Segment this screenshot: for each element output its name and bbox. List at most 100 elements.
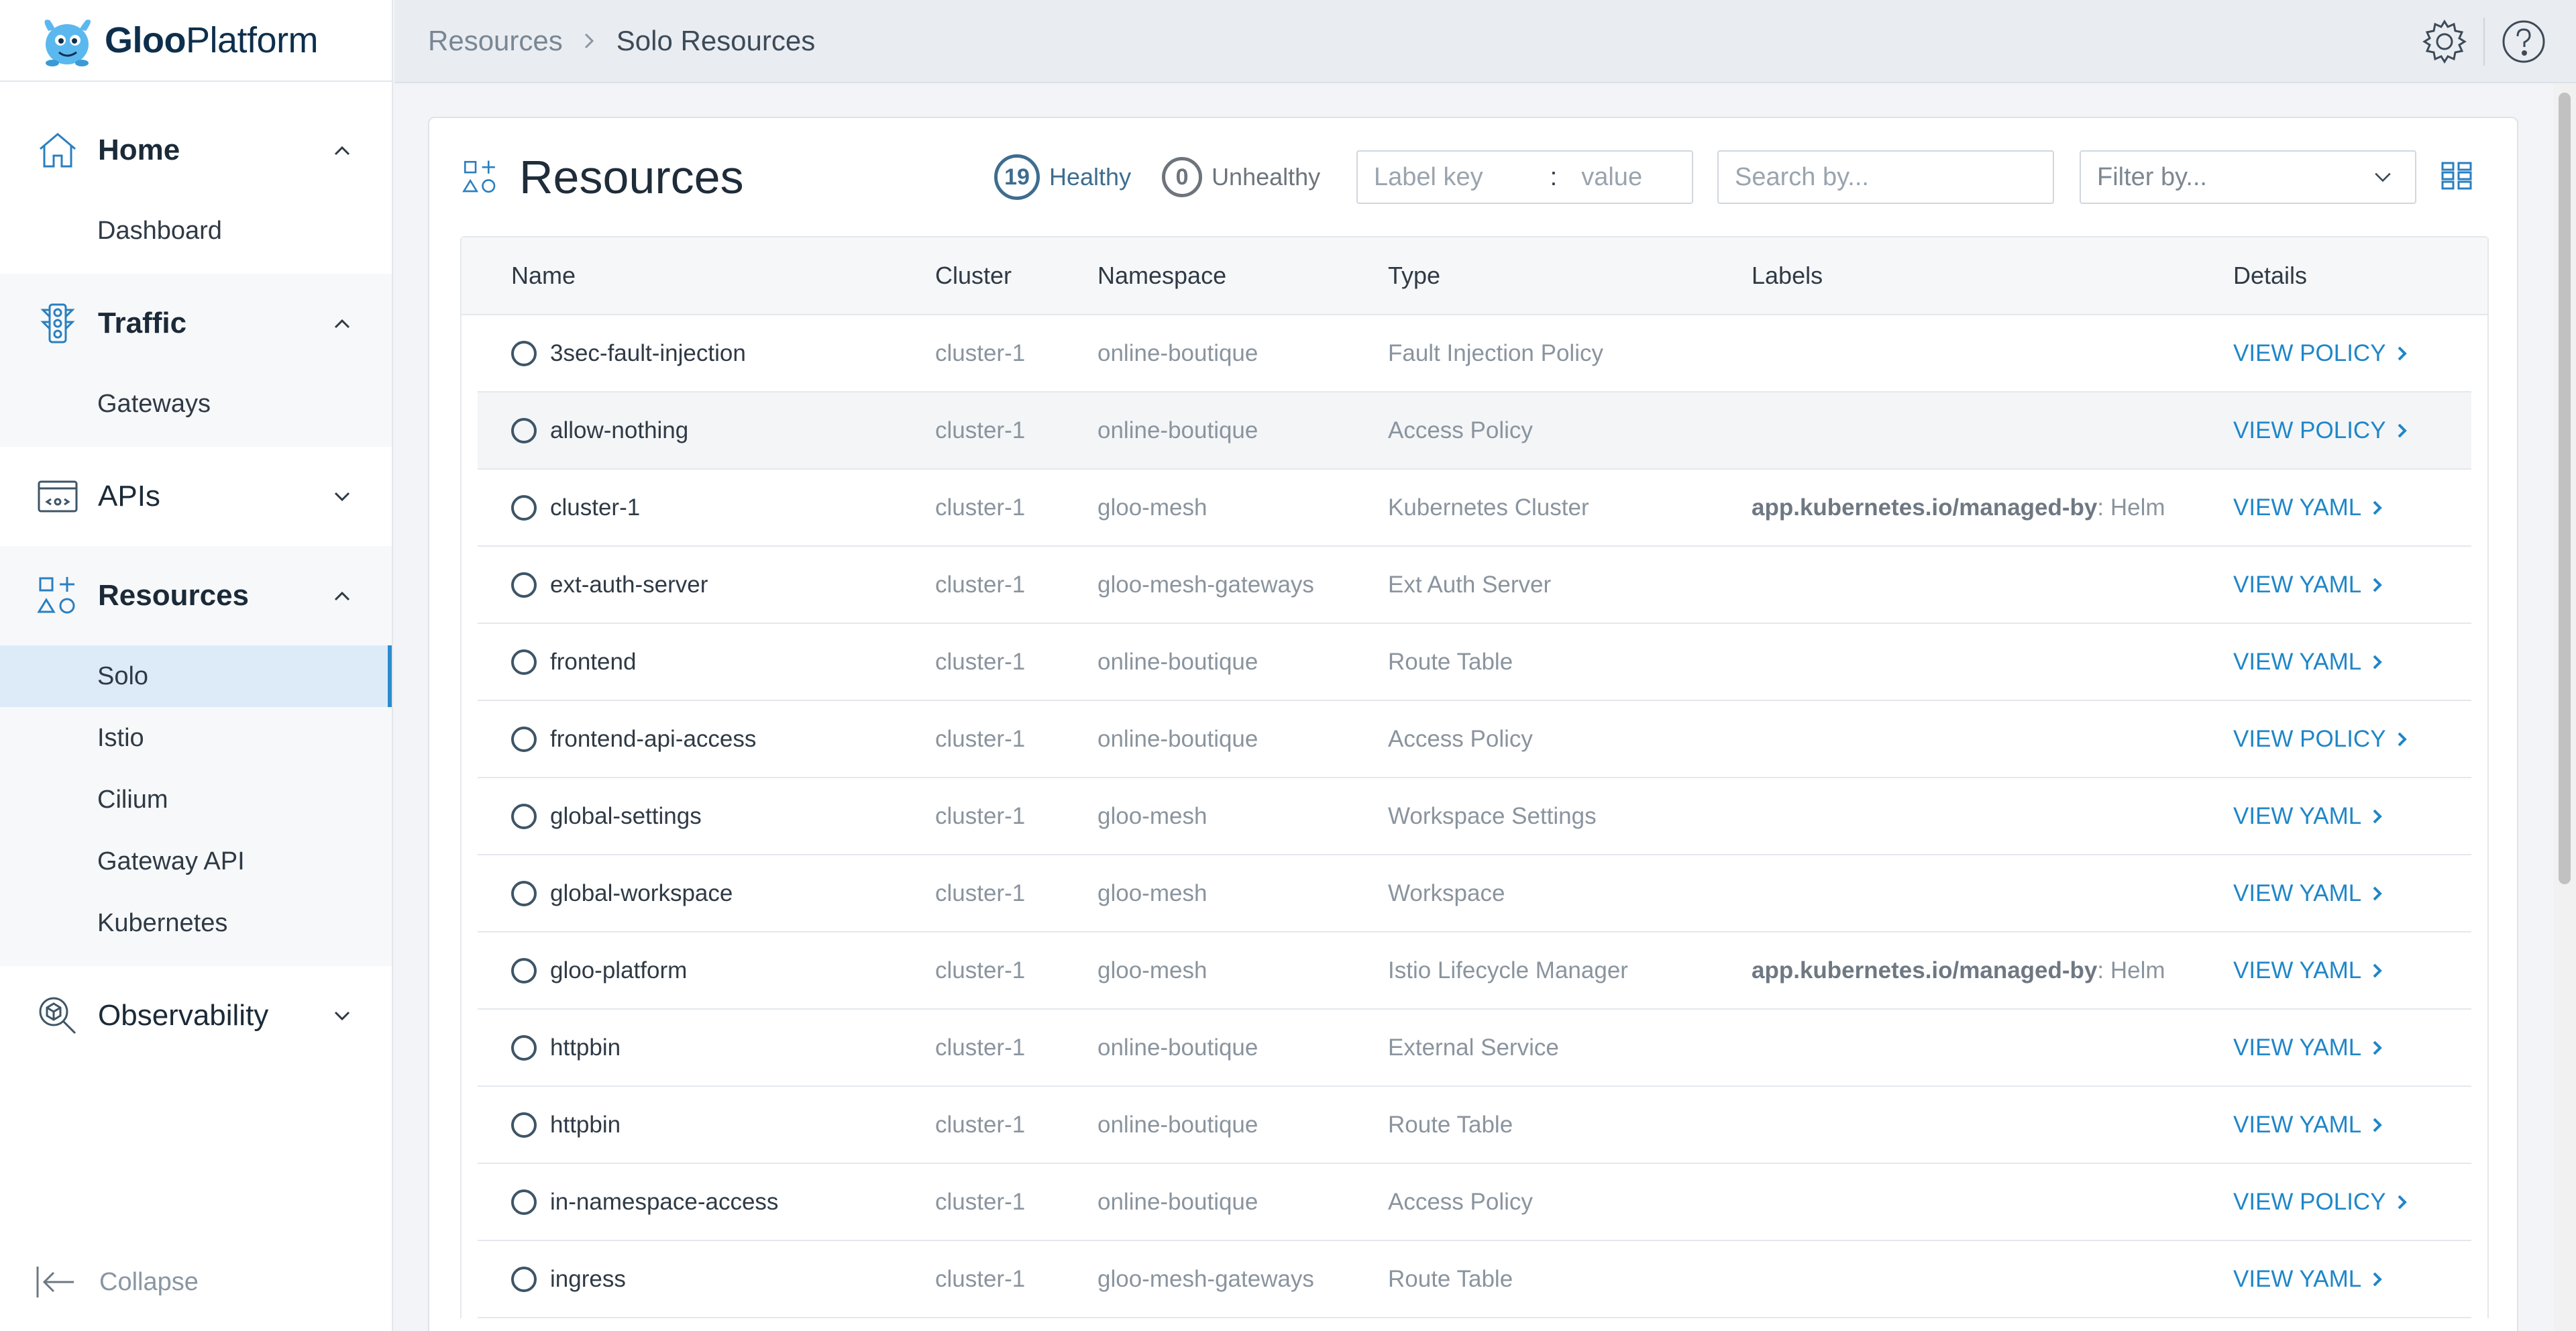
row-radio[interactable]: [511, 957, 537, 983]
search-input[interactable]: Search by...: [1717, 150, 2054, 204]
gloo-mascot-icon: [44, 19, 91, 66]
table-row[interactable]: global-workspace cluster-1 gloo-mesh Worksp…: [478, 855, 2471, 933]
row-radio[interactable]: [511, 1034, 537, 1061]
view-details-label[interactable]: VIEW YAML: [2233, 1112, 2361, 1138]
table-row[interactable]: 3sec-fault-injection cluster-1 online-bout…: [478, 315, 2471, 392]
view-details-label[interactable]: VIEW YAML: [2233, 649, 2361, 676]
view-details-link[interactable]: VIEW YAML: [2233, 1112, 2471, 1138]
chevron-down-icon[interactable]: [329, 1002, 356, 1029]
view-details-link[interactable]: VIEW YAML: [2233, 649, 2471, 676]
view-details-link[interactable]: VIEW POLICY: [2233, 1189, 2471, 1216]
view-details-link[interactable]: VIEW YAML: [2233, 494, 2471, 521]
row-name-cell: gloo-platform: [478, 957, 935, 984]
chevron-up-icon[interactable]: [329, 310, 356, 337]
row-radio[interactable]: [511, 880, 537, 906]
table-row[interactable]: gloo-platform cluster-1 gloo-mesh Istio Lif…: [478, 933, 2471, 1010]
view-details-label[interactable]: VIEW POLICY: [2233, 726, 2386, 753]
row-radio[interactable]: [511, 803, 537, 829]
nav-home[interactable]: Home: [0, 101, 392, 200]
sidebar-item-gateways[interactable]: Gateways: [0, 373, 392, 435]
view-details-label[interactable]: VIEW YAML: [2233, 880, 2361, 907]
breadcrumb: Resources Solo Resources: [428, 25, 815, 57]
table-row[interactable]: httpbin cluster-1 online-boutique Route Tab…: [478, 1087, 2471, 1164]
view-details-link[interactable]: VIEW YAML: [2233, 1034, 2471, 1061]
view-details-link[interactable]: VIEW POLICY: [2233, 417, 2471, 444]
row-namespace: online-boutique: [1097, 417, 1258, 443]
view-details-link[interactable]: VIEW POLICY: [2233, 726, 2471, 753]
row-radio[interactable]: [511, 649, 537, 675]
grid-view-icon[interactable]: [2440, 161, 2473, 191]
view-details-link[interactable]: VIEW YAML: [2233, 572, 2471, 598]
row-radio[interactable]: [511, 417, 537, 443]
scrollbar-thumb[interactable]: [2559, 93, 2571, 884]
row-name-cell: frontend-api-access: [478, 726, 935, 753]
view-details-label[interactable]: VIEW POLICY: [2233, 417, 2386, 444]
row-radio[interactable]: [511, 340, 537, 366]
nav-observability-label: Observability: [98, 999, 269, 1032]
row-radio[interactable]: [511, 1266, 537, 1292]
nav-apis[interactable]: APIs: [0, 447, 392, 546]
nav-traffic[interactable]: Traffic: [0, 274, 392, 373]
sidebar-item-dashboard[interactable]: Dashboard: [0, 200, 392, 262]
gear-icon[interactable]: [2420, 17, 2469, 66]
table-row[interactable]: frontend cluster-1 online-boutique Route Ta…: [478, 624, 2471, 701]
top-divider: [2483, 17, 2485, 66]
row-radio[interactable]: [511, 572, 537, 598]
col-details[interactable]: Details: [2233, 262, 2487, 290]
sidebar-item-istio[interactable]: Istio: [0, 707, 392, 769]
sidebar-item-cilium[interactable]: Cilium: [0, 769, 392, 831]
table-row[interactable]: in-namespace-access cluster-1 online-bouti…: [478, 1164, 2471, 1241]
table-row[interactable]: global-settings cluster-1 gloo-mesh Workspa…: [478, 778, 2471, 855]
table-row[interactable]: ext-auth-server cluster-1 gloo-mesh-gatewa…: [478, 547, 2471, 624]
row-namespace: gloo-mesh-gateways: [1097, 1265, 1314, 1292]
row-radio[interactable]: [511, 1112, 537, 1138]
view-details-label[interactable]: VIEW YAML: [2233, 494, 2361, 521]
help-icon[interactable]: [2500, 17, 2548, 66]
collapse-button[interactable]: Collapse: [35, 1264, 199, 1300]
table-row[interactable]: cluster-1 cluster-1 gloo-mesh Kubernetes Cl…: [478, 470, 2471, 547]
view-details-link[interactable]: VIEW YAML: [2233, 1266, 2471, 1293]
row-radio[interactable]: [511, 1189, 537, 1215]
nav-group-resources: Resources Solo Istio Cilium Gateway API …: [0, 546, 392, 966]
table-row[interactable]: allow-nothing cluster-1 online-boutique Acc…: [478, 392, 2471, 470]
row-label-key: app.kubernetes.io/managed-by: [1752, 957, 2098, 983]
scrollbar[interactable]: [2553, 83, 2576, 1331]
label-key-placeholder[interactable]: Label key: [1374, 163, 1483, 192]
view-details-link[interactable]: VIEW YAML: [2233, 880, 2471, 907]
col-name[interactable]: Name: [462, 262, 919, 290]
view-details-link[interactable]: VIEW POLICY: [2233, 340, 2471, 367]
view-details-link[interactable]: VIEW YAML: [2233, 957, 2471, 984]
view-details-label[interactable]: VIEW YAML: [2233, 803, 2361, 830]
breadcrumb-resources[interactable]: Resources: [428, 25, 563, 57]
label-value-placeholder[interactable]: value: [1581, 163, 1642, 192]
view-details-label[interactable]: VIEW YAML: [2233, 572, 2361, 598]
nav-resources[interactable]: Resources: [0, 546, 392, 645]
row-namespace: online-boutique: [1097, 1034, 1258, 1061]
view-details-label[interactable]: VIEW YAML: [2233, 957, 2361, 984]
view-details-label[interactable]: VIEW YAML: [2233, 1266, 2361, 1293]
view-details-label[interactable]: VIEW POLICY: [2233, 1189, 2386, 1216]
col-labels[interactable]: Labels: [1752, 262, 2233, 290]
view-details-link[interactable]: VIEW YAML: [2233, 803, 2471, 830]
sidebar-item-kubernetes[interactable]: Kubernetes: [0, 892, 392, 954]
col-type[interactable]: Type: [1388, 262, 1752, 290]
filter-select[interactable]: Filter by...: [2080, 150, 2416, 204]
table-row[interactable]: httpbin cluster-1 online-boutique External …: [478, 1010, 2471, 1087]
chevron-down-icon[interactable]: [329, 483, 356, 510]
logo[interactable]: GlooPlatform: [0, 0, 392, 82]
chevron-down-icon: [2375, 172, 2391, 182]
label-filter-input[interactable]: Label key : value: [1356, 150, 1693, 204]
table-row[interactable]: ingress cluster-1 gloo-mesh-gateways Route …: [478, 1241, 2471, 1318]
col-cluster[interactable]: Cluster: [935, 262, 1097, 290]
row-radio[interactable]: [511, 494, 537, 521]
nav-observability[interactable]: Observability: [0, 966, 392, 1065]
table-row[interactable]: frontend-api-access cluster-1 online-bouti…: [478, 701, 2471, 778]
chevron-up-icon[interactable]: [329, 137, 356, 164]
col-namespace[interactable]: Namespace: [1097, 262, 1388, 290]
sidebar-item-solo[interactable]: Solo: [0, 645, 392, 707]
view-details-label[interactable]: VIEW POLICY: [2233, 340, 2386, 367]
row-radio[interactable]: [511, 726, 537, 752]
view-details-label[interactable]: VIEW YAML: [2233, 1034, 2361, 1061]
chevron-up-icon[interactable]: [329, 582, 356, 609]
sidebar-item-gateway-api[interactable]: Gateway API: [0, 831, 392, 892]
